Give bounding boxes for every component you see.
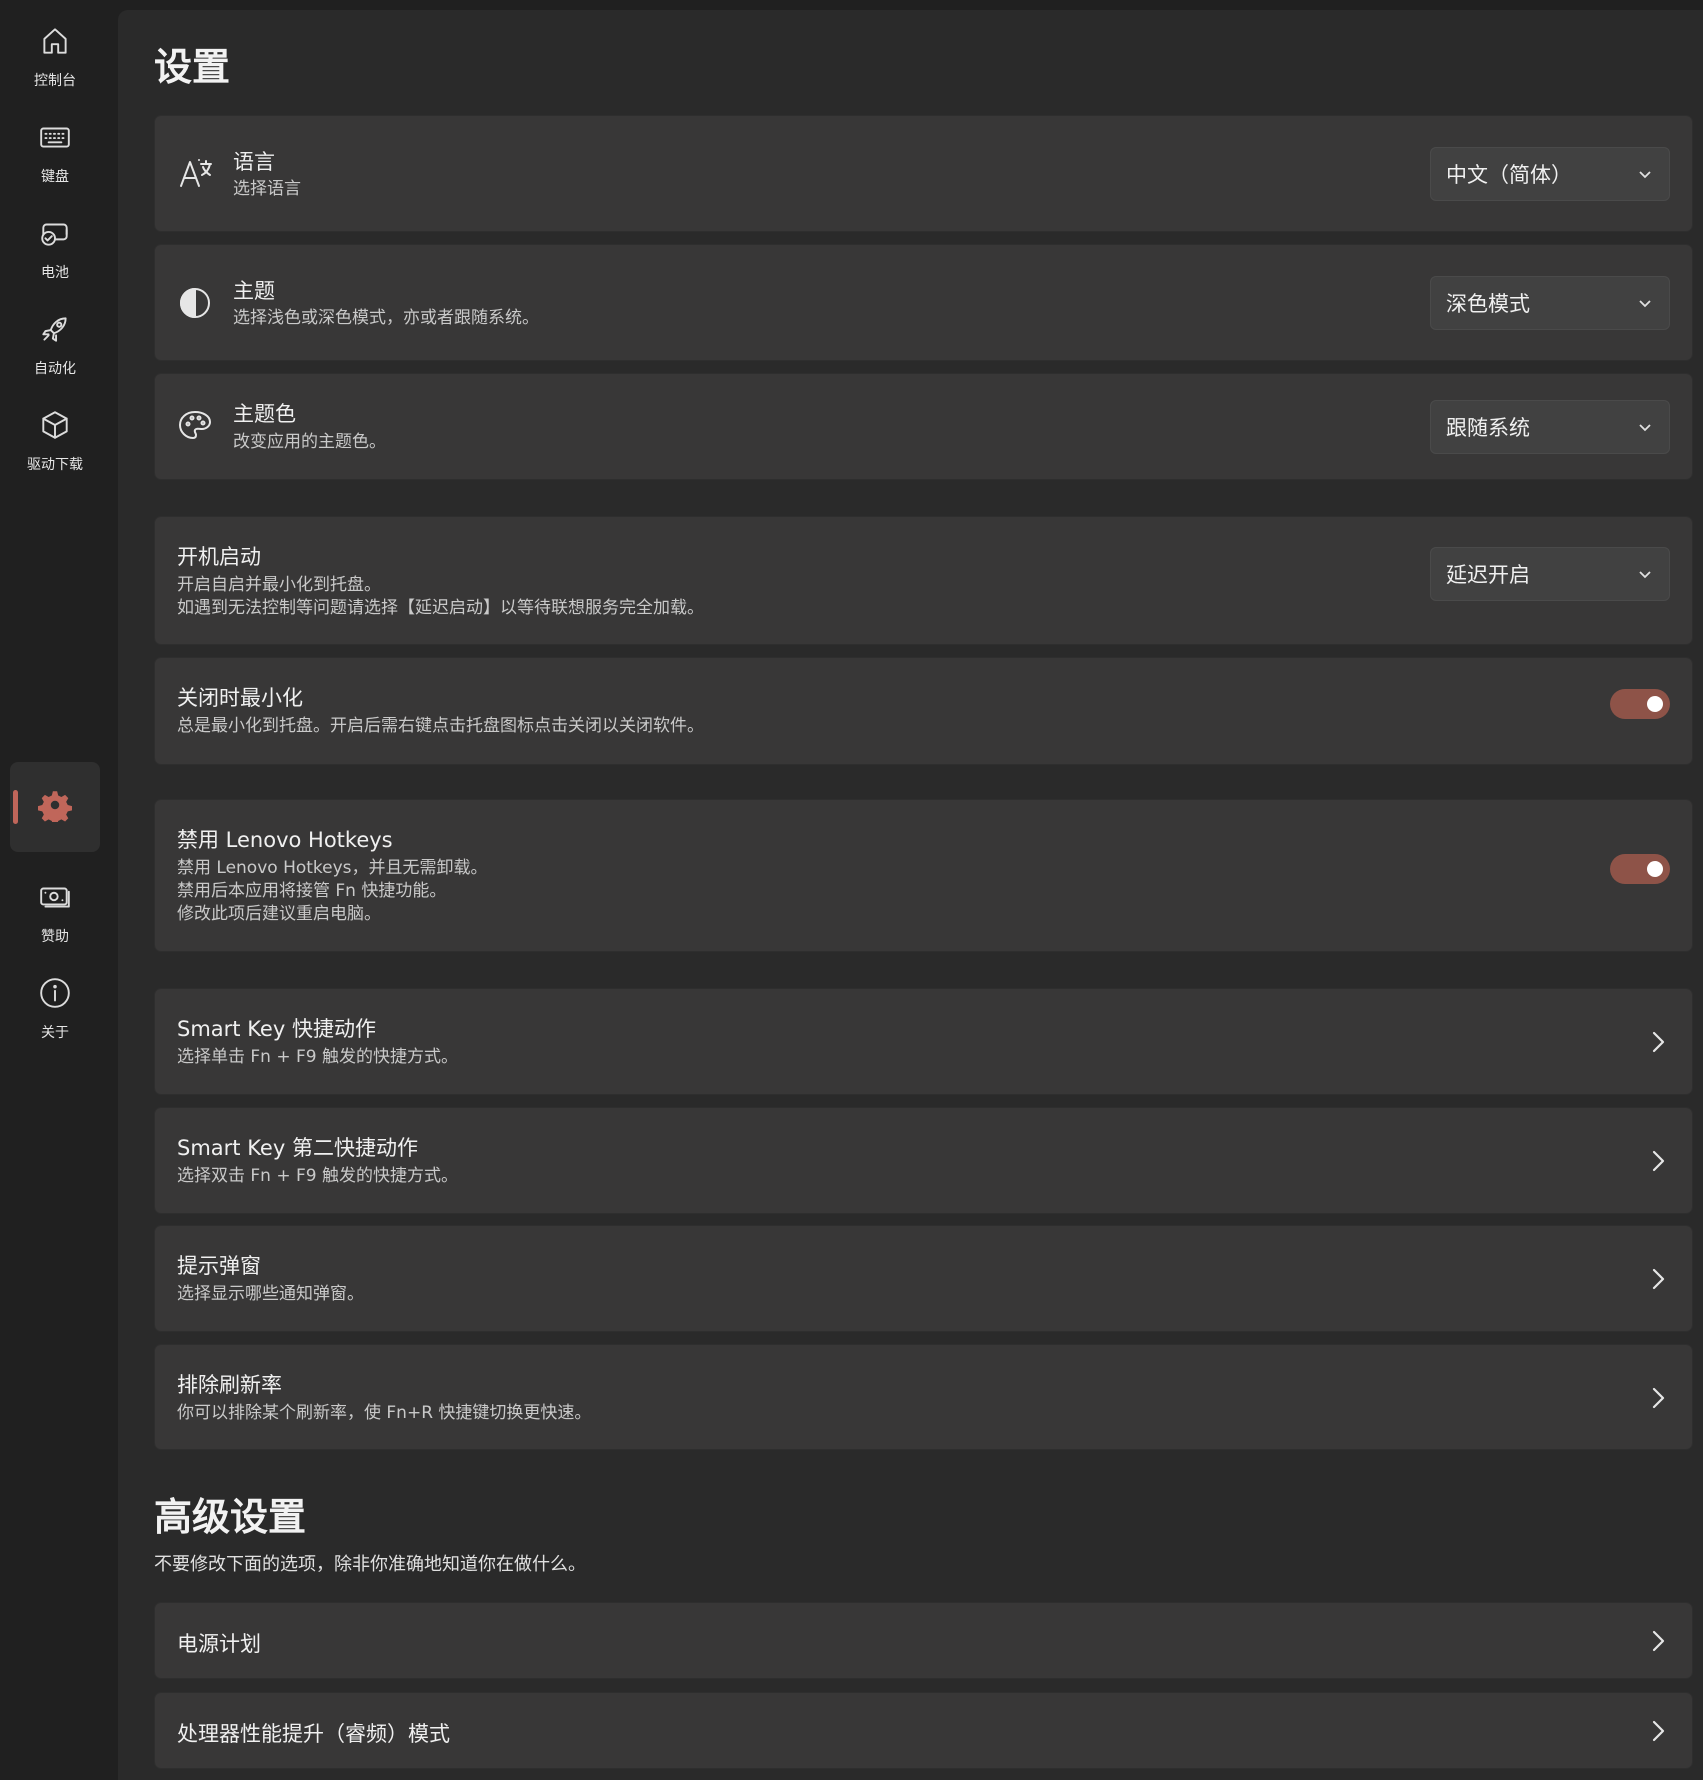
setting-title: 主题	[233, 279, 275, 303]
setting-desc: 禁用 Lenovo Hotkeys，并且无需卸载。 禁用后本应用将接管 Fn 快…	[177, 858, 488, 924]
smart-key-secondary-setting[interactable]: Smart Key 第二快捷动作 选择双击 Fn + F9 触发的快捷方式。	[154, 1107, 1693, 1214]
setting-title: 禁用 Lenovo Hotkeys	[177, 828, 393, 852]
setting-desc: 选择语言	[233, 179, 301, 199]
setting-title: Smart Key 快捷动作	[177, 1017, 376, 1041]
advanced-section-title: 高级设置	[154, 1495, 307, 1539]
chevron-right-icon[interactable]	[1648, 1628, 1668, 1654]
toggle-knob	[1647, 696, 1663, 712]
sidebar-item-label: 赞助	[41, 929, 69, 945]
dropdown-value: 中文（简体）	[1446, 163, 1572, 187]
autostart-setting: 开机启动 开启自启并最小化到托盘。 如遇到无法控制等问题请选择【延迟启动】以等待…	[154, 516, 1693, 645]
advanced-section-desc: 不要修改下面的选项，除非你准确地知道你在做什么。	[154, 1554, 586, 1575]
setting-title: 处理器性能提升（睿频）模式	[177, 1722, 450, 1746]
chevron-down-icon	[1637, 566, 1653, 582]
accent-color-setting: 主题色 改变应用的主题色。 跟随系统	[154, 373, 1693, 480]
sidebar-item-label: 控制台	[34, 73, 76, 89]
chevron-right-icon[interactable]	[1648, 1385, 1668, 1411]
sidebar-item-sponsor[interactable]: 赞助	[10, 866, 100, 956]
setting-title: 排除刷新率	[177, 1373, 282, 1397]
gear-icon	[38, 788, 72, 826]
power-plan-setting[interactable]: 电源计划	[154, 1602, 1693, 1679]
setting-desc: 选择显示哪些通知弹窗。	[177, 1284, 364, 1304]
setting-title: 关闭时最小化	[177, 686, 303, 710]
chevron-right-icon[interactable]	[1648, 1029, 1668, 1055]
sidebar-item-label: 键盘	[41, 169, 69, 185]
chevron-right-icon[interactable]	[1648, 1718, 1668, 1744]
sidebar-item-about[interactable]: 关于	[10, 962, 100, 1052]
page-title: 设置	[154, 45, 231, 89]
keyboard-icon	[38, 120, 72, 158]
setting-title: 语言	[233, 150, 275, 174]
sidebar-item-keyboard[interactable]: 键盘	[10, 106, 100, 196]
setting-title: 提示弹窗	[177, 1254, 261, 1278]
minimize-on-close-toggle[interactable]	[1610, 689, 1670, 719]
smart-key-setting[interactable]: Smart Key 快捷动作 选择单击 Fn + F9 触发的快捷方式。	[154, 988, 1693, 1095]
language-dropdown[interactable]: 中文（简体）	[1430, 147, 1670, 201]
setting-title: Smart Key 第二快捷动作	[177, 1136, 418, 1160]
sidebar-item-battery[interactable]: 电池	[10, 202, 100, 292]
setting-desc: 选择双击 Fn + F9 触发的快捷方式。	[177, 1166, 459, 1186]
dropdown-value: 跟随系统	[1446, 416, 1530, 440]
battery-icon	[38, 216, 72, 254]
contrast-icon	[177, 285, 213, 321]
app-window: 控制台 键盘 电池 自动化 驱动下载 赞助 关于 设置 语言 选择语言 中文（简…	[0, 0, 1703, 1780]
language-icon	[177, 154, 213, 190]
setting-title: 电源计划	[177, 1632, 261, 1656]
settings-page: 设置 语言 选择语言 中文（简体） 主题 选择浅色或深色模式，亦或者跟随系统。 …	[118, 10, 1703, 1780]
chevron-right-icon[interactable]	[1648, 1148, 1668, 1174]
notifications-setting[interactable]: 提示弹窗 选择显示哪些通知弹窗。	[154, 1225, 1693, 1332]
language-setting: 语言 选择语言 中文（简体）	[154, 115, 1693, 232]
chevron-down-icon	[1637, 295, 1653, 311]
theme-setting: 主题 选择浅色或深色模式，亦或者跟随系统。 深色模式	[154, 244, 1693, 361]
setting-desc: 开启自启并最小化到托盘。 如遇到无法控制等问题请选择【延迟启动】以等待联想服务完…	[177, 575, 704, 618]
chevron-down-icon	[1637, 419, 1653, 435]
sidebar-item-label: 驱动下载	[27, 457, 83, 473]
sidebar-item-dashboard[interactable]: 控制台	[10, 10, 100, 100]
money-icon	[38, 880, 72, 918]
setting-desc: 你可以排除某个刷新率，使 Fn+R 快捷键切换更快速。	[177, 1403, 592, 1423]
palette-icon	[177, 408, 213, 444]
refresh-rate-exclude-setting[interactable]: 排除刷新率 你可以排除某个刷新率，使 Fn+R 快捷键切换更快速。	[154, 1344, 1693, 1450]
disable-hotkeys-toggle[interactable]	[1610, 854, 1670, 884]
setting-desc: 总是最小化到托盘。开启后需右键点击托盘图标点击关闭以关闭软件。	[177, 716, 704, 736]
chevron-down-icon	[1637, 166, 1653, 182]
sidebar-item-automation[interactable]: 自动化	[10, 298, 100, 388]
toggle-knob	[1647, 861, 1663, 877]
disable-hotkeys-setting: 禁用 Lenovo Hotkeys 禁用 Lenovo Hotkeys，并且无需…	[154, 799, 1693, 952]
cpu-boost-mode-setting[interactable]: 处理器性能提升（睿频）模式	[154, 1692, 1693, 1769]
sidebar-item-settings[interactable]	[10, 762, 100, 852]
setting-title: 开机启动	[177, 545, 261, 569]
setting-desc: 改变应用的主题色。	[233, 432, 386, 452]
autostart-dropdown[interactable]: 延迟开启	[1430, 547, 1670, 601]
sidebar-item-label: 电池	[41, 265, 69, 281]
sidebar: 控制台 键盘 电池 自动化 驱动下载 赞助 关于	[0, 0, 118, 1780]
chevron-right-icon[interactable]	[1648, 1266, 1668, 1292]
info-icon	[38, 976, 72, 1014]
sidebar-item-label: 关于	[41, 1025, 69, 1041]
setting-title: 主题色	[233, 402, 296, 426]
package-icon	[38, 408, 72, 446]
home-icon	[38, 24, 72, 62]
rocket-icon	[38, 312, 72, 350]
setting-desc: 选择浅色或深色模式，亦或者跟随系统。	[233, 308, 539, 328]
accent-dropdown[interactable]: 跟随系统	[1430, 400, 1670, 454]
sidebar-item-label: 自动化	[34, 361, 76, 377]
dropdown-value: 深色模式	[1446, 292, 1530, 316]
minimize-on-close-setting: 关闭时最小化 总是最小化到托盘。开启后需右键点击托盘图标点击关闭以关闭软件。	[154, 657, 1693, 765]
theme-dropdown[interactable]: 深色模式	[1430, 276, 1670, 330]
setting-desc: 选择单击 Fn + F9 触发的快捷方式。	[177, 1047, 459, 1067]
active-indicator	[13, 790, 18, 824]
sidebar-item-drivers[interactable]: 驱动下载	[10, 394, 100, 484]
dropdown-value: 延迟开启	[1446, 563, 1530, 587]
